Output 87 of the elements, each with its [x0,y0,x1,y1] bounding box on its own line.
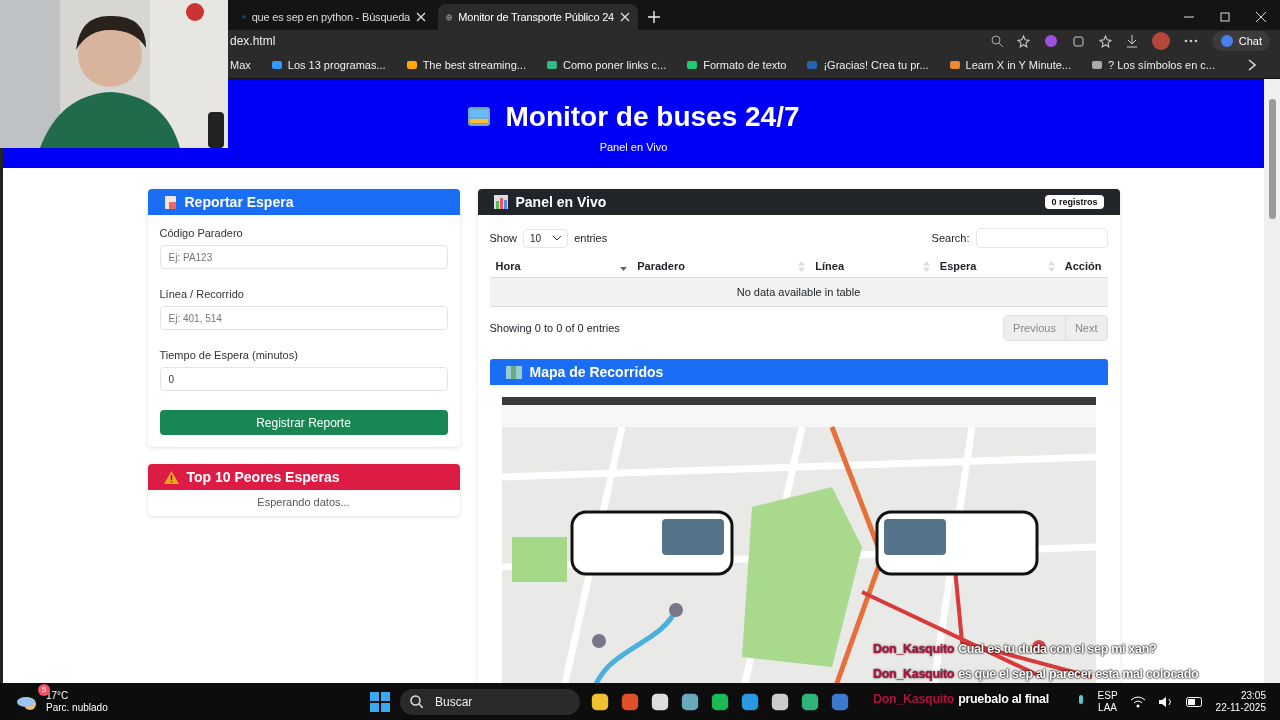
more-icon[interactable] [1183,39,1198,43]
bookmark[interactable]: The best streaming... [405,59,526,71]
card-title: Mapa de Recorridos [529,364,664,380]
maximize-icon[interactable] [1220,12,1230,22]
app-icon[interactable] [680,691,700,712]
chevron-icon[interactable] [1248,59,1256,71]
app-icon[interactable] [710,691,730,712]
taskbar-search[interactable]: Buscar [400,688,580,715]
search-icon [410,695,423,708]
close-icon[interactable] [416,12,426,22]
bus-icon [467,106,492,128]
volume-icon[interactable] [1157,695,1174,708]
column-header[interactable]: Línea [809,255,934,278]
app-icon[interactable] [740,691,760,712]
page-length-select[interactable]: 10 [523,228,569,248]
submit-button[interactable]: Registrar Reporte [159,410,448,435]
column-header[interactable]: Paradero [631,255,810,278]
browser-tab[interactable]: Monitor de Transporte Público 24 [438,4,638,30]
chart-icon [493,195,508,209]
chat-username: Don_Kasquito [873,692,955,706]
bookmark-icon [1091,59,1103,71]
app-icon[interactable] [770,691,790,712]
clock[interactable]: 23:05 22-11-2025 [1215,689,1266,714]
bookmark[interactable]: Max [230,59,251,71]
app-icon[interactable] [650,691,670,712]
close-icon[interactable] [620,12,630,22]
card-title: Reportar Espera [184,194,294,210]
star-icon[interactable] [1016,34,1030,48]
close-icon[interactable] [1256,12,1266,22]
column-header[interactable]: Hora [489,255,632,278]
chat-username: Don_Kasquito [873,667,955,681]
field-label: Tiempo de Espera (minutos) [159,349,299,361]
bookmark[interactable]: Los 13 programas... [270,59,386,71]
chat-username: Don_Kasquito [873,642,955,656]
address-bar[interactable]: dex.html [230,34,981,48]
download-icon[interactable] [1125,34,1138,48]
bookmark[interactable]: Learn X in Y Minute... [948,59,1071,71]
bookmark-icon [270,59,283,71]
avatar-icon[interactable] [1151,32,1170,50]
status-message: Esperando datos... [256,495,351,510]
weather-condition: Parc. nublado [46,701,108,714]
zoom-icon[interactable] [990,35,1003,47]
card-title: Panel en Vivo [515,194,607,210]
bookmark-icon [405,59,418,71]
app-icon[interactable] [590,691,610,712]
browser-tab[interactable]: que es sep en python - Búsqueda [234,4,434,30]
bookmark[interactable]: ¡Gracias! Crea tu pr... [806,59,929,71]
search-label: Search: [931,232,970,244]
page-subtitle: Panel en Vivo [599,141,668,153]
count-badge: 0 registros [1045,195,1104,209]
table-info: Showing 0 to 0 of 0 entries [489,322,620,334]
chat-message: pruebalo al final [958,692,1049,706]
empty-table-message: No data available in table [489,277,1108,307]
extension-icon[interactable] [1043,34,1058,48]
caret-icon [553,235,562,241]
favorites-icon[interactable] [1098,34,1112,48]
chat-icon [1219,34,1234,48]
bookmark-icon [948,59,961,71]
show-label: Show [489,232,518,244]
start-icon[interactable] [370,691,390,712]
scrollbar[interactable] [1264,79,1280,684]
new-tab-icon[interactable] [648,11,660,23]
bookmark-icon [545,59,558,71]
language-indicator[interactable]: ESP LAA [1097,689,1118,714]
document-icon [163,194,177,210]
bookmark[interactable]: Como poner links c... [545,59,667,71]
input-field[interactable]: Ej: PA123 [159,245,448,269]
app-icon[interactable] [800,691,820,712]
card-title: Top 10 Peores Esperas [186,469,340,485]
map-icon [505,365,522,379]
bookmark[interactable]: Formato de texto [686,59,787,71]
input-field[interactable]: Ej: 401, 514 [159,306,448,330]
bookmark[interactable]: ? Los símbolos en c... [1091,59,1215,71]
wifi-icon[interactable] [1129,695,1146,708]
bookmark-icon [686,59,699,71]
chat-button[interactable]: Chat [1211,31,1270,51]
warning-icon [163,470,179,484]
input-field[interactable]: 0 [159,367,448,391]
page-title: Monitor de buses 24/7 [505,101,800,133]
battery-icon[interactable] [1185,696,1204,707]
column-header[interactable]: Espera [933,255,1059,278]
entries-label: entries [574,232,608,244]
bookmark-icon [806,59,819,71]
field-label: Línea / Recorrido [159,288,245,300]
column-header[interactable]: Acción [1058,255,1108,278]
search-field[interactable] [975,228,1108,248]
field-label: Código Paradero [159,227,244,239]
